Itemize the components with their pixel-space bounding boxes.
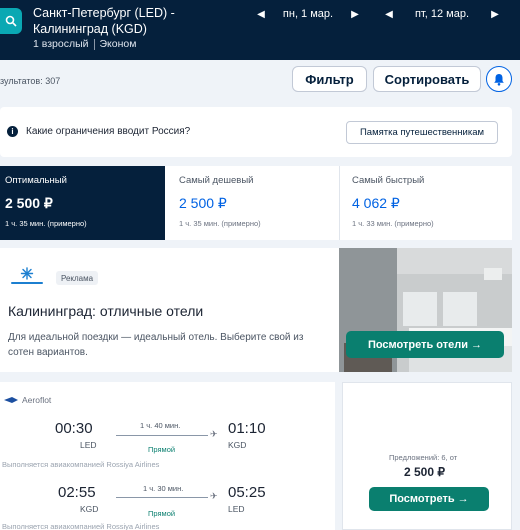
airline-name: Aeroflot [22,395,52,405]
chevron-right-icon[interactable]: ▶ [348,9,362,20]
divider [339,166,340,240]
ad-description: Для идеальной поездки — идеальный отель.… [8,332,304,358]
outbound-arrive-time: 01:10 [228,420,266,437]
return-date-picker: ◀ пт, 12 мар. ▶ [382,6,502,22]
tab-label: Самый дешевый [179,175,254,186]
search-header: Санкт-Петербург (LED) - Калининград (KGD… [0,0,520,60]
return-stops: Прямой [148,509,176,518]
return-date[interactable]: пт, 12 мар. [396,8,488,20]
tab-fastest[interactable]: Самый быстрый 4 062 ₽ 1 ч. 33 мин. (прим… [347,166,512,240]
cabin-class-label: Эконом [99,38,137,50]
aeroflot-logo-icon [4,397,18,403]
tab-duration: 1 ч. 35 мин. (примерно) [179,219,261,228]
depart-date[interactable]: пн, 1 мар. [268,8,348,20]
return-depart-time: 02:55 [58,484,96,501]
flight-price: 2 500 ₽ [404,465,445,479]
traveler-guide-button[interactable]: Памятка путешественникам [346,121,498,144]
outbound-stops: Прямой [148,445,176,454]
view-hotels-button[interactable]: Посмотреть отели → [346,331,504,358]
chevron-left-icon[interactable]: ◀ [254,9,268,20]
outbound-duration: 1 ч. 40 мин. [140,421,181,430]
depart-date-picker: ◀ пн, 1 мар. ▶ [254,6,362,22]
travelers-summary[interactable]: 1 взрослый Эконом [33,38,136,50]
info-icon: i [7,126,18,137]
outbound-depart-time: 00:30 [55,420,93,437]
return-depart-airport: KGD [80,504,99,514]
airplane-icon: ✈ [210,491,218,501]
outbound-depart-airport: LED [80,440,97,450]
filter-button[interactable]: Фильтр [292,66,367,92]
return-duration: 1 ч. 30 мин. [143,484,184,493]
airline-label: Aeroflot [4,395,51,405]
return-route-line [116,497,208,498]
route-title[interactable]: Санкт-Петербург (LED) - Калининград (KGD… [33,5,248,37]
divider [93,38,95,50]
tab-price: 4 062 ₽ [352,195,400,211]
tab-cheapest[interactable]: Самый дешевый 2 500 ₽ 1 ч. 35 мин. (прим… [174,166,339,240]
tab-label: Оптимальный [5,175,67,186]
tab-duration: 1 ч. 33 мин. (примерно) [352,219,434,228]
outbound-arrive-airport: KGD [228,440,247,450]
airplane-icon: ✈ [210,429,218,439]
tab-optimal[interactable]: Оптимальный 2 500 ₽ 1 ч. 35 мин. (пример… [0,166,165,240]
bell-icon [494,73,504,86]
sort-button[interactable]: Сортировать [373,66,481,92]
results-count: зультатов: 307 [0,76,61,86]
chevron-left-icon[interactable]: ◀ [382,9,396,20]
tab-duration: 1 ч. 35 мин. (примерно) [5,219,87,228]
chevron-right-icon[interactable]: ▶ [488,9,502,20]
tab-price: 2 500 ₽ [179,195,227,211]
search-button[interactable] [0,8,22,34]
tab-price: 2 500 ₽ [5,195,53,211]
tab-label: Самый быстрый [352,175,425,186]
operated-by-note: Выполняется авиакомпанией Rossiya Airlin… [2,460,160,469]
price-alert-button[interactable] [486,66,512,92]
advertiser-logo [11,267,43,284]
view-flight-button[interactable]: Посмотреть → [369,487,489,511]
ad-label: Реклама [56,271,98,285]
return-arrive-time: 05:25 [228,484,266,501]
return-arrive-airport: LED [228,504,245,514]
search-icon [5,15,17,27]
restrictions-question: Какие ограничения вводит Россия? [26,126,191,137]
ad-title: Калининград: отличные отели [8,303,204,319]
offers-count: Предложений: 6, от [389,453,458,462]
operated-by-note: Выполняется авиакомпанией Rossiya Airlin… [2,522,160,530]
passengers-label: 1 взрослый [33,38,89,50]
outbound-route-line [116,435,208,436]
